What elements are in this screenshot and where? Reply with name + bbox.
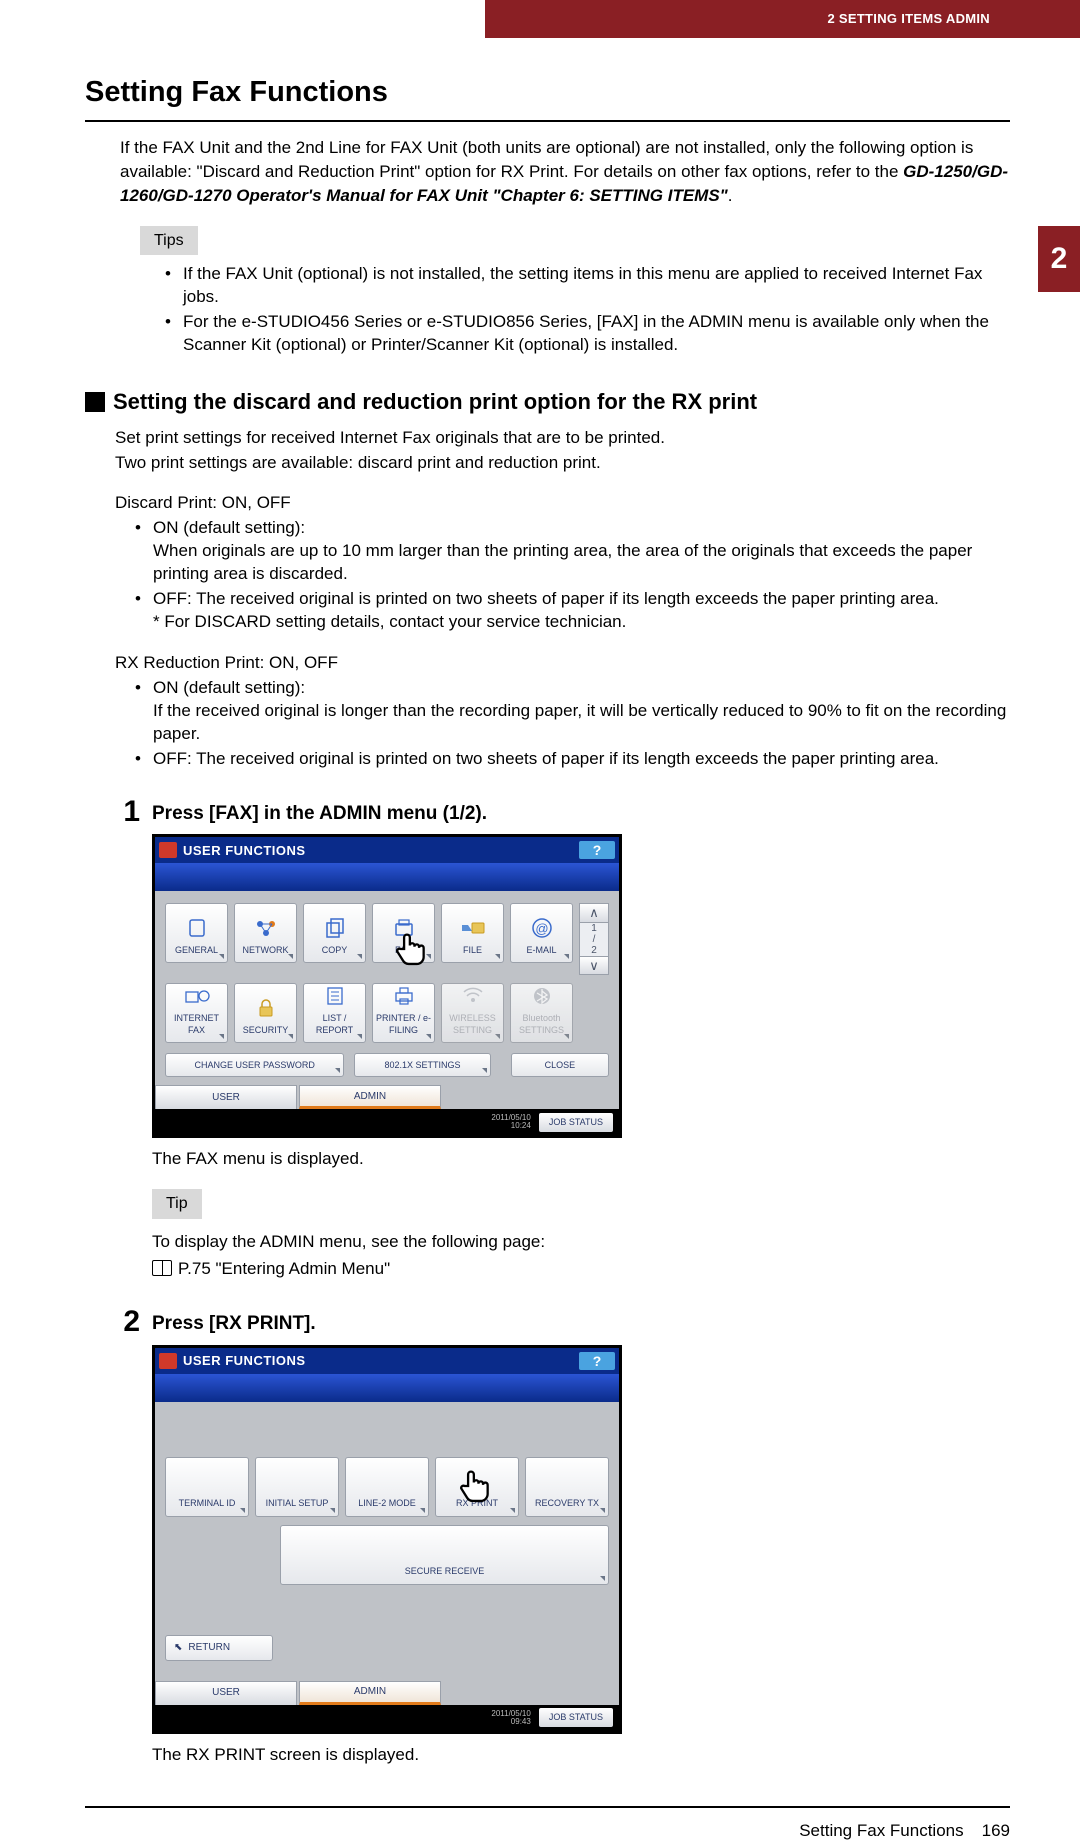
device-panel: USER FUNCTIONS ? TERMINAL ID INITIAL SET… bbox=[152, 1345, 622, 1734]
chapter-side-tab: 2 bbox=[1038, 226, 1080, 292]
tips-list: If the FAX Unit (optional) is not instal… bbox=[165, 263, 1010, 357]
divider bbox=[85, 120, 1010, 122]
device-panel: USER FUNCTIONS ? GENERAL NETWORK COPY FA… bbox=[152, 834, 622, 1138]
panel-title: USER FUNCTIONS bbox=[183, 842, 306, 860]
discard-opt: ON (default setting): When originals are… bbox=[135, 517, 1010, 586]
tip-label: Tip bbox=[152, 1189, 202, 1219]
tab-user[interactable]: USER bbox=[155, 1681, 297, 1705]
tile-list-report[interactable]: LIST / REPORT bbox=[303, 983, 366, 1043]
tab-admin[interactable]: ADMIN bbox=[299, 1681, 441, 1705]
tip-item: If the FAX Unit (optional) is not instal… bbox=[165, 263, 1010, 309]
tip-reference: P.75 "Entering Admin Menu" bbox=[178, 1259, 390, 1278]
tab-admin[interactable]: ADMIN bbox=[299, 1085, 441, 1109]
help-button[interactable]: ? bbox=[579, 1352, 615, 1370]
tile-security[interactable]: SECURITY bbox=[234, 983, 297, 1043]
discard-opt: OFF: The received original is printed on… bbox=[135, 588, 1010, 634]
tile-general[interactable]: GENERAL bbox=[165, 903, 228, 963]
tips-label: Tips bbox=[140, 226, 198, 256]
tile-copy[interactable]: COPY bbox=[303, 903, 366, 963]
job-status-button[interactable]: JOB STATUS bbox=[539, 1708, 613, 1726]
job-status-button[interactable]: JOB STATUS bbox=[539, 1113, 613, 1131]
svg-text:@: @ bbox=[535, 921, 548, 936]
tile-recovery-tx[interactable]: RECOVERY TX bbox=[525, 1457, 609, 1517]
header-bar: 2 SETTING ITEMS ADMIN bbox=[485, 0, 1080, 38]
discard-title: Discard Print: ON, OFF bbox=[115, 492, 1010, 515]
panel-title: USER FUNCTIONS bbox=[183, 1352, 306, 1370]
rx-opt: OFF: The received original is printed on… bbox=[135, 748, 1010, 771]
step-after-text: The RX PRINT screen is displayed. bbox=[152, 1744, 1010, 1767]
close-button[interactable]: CLOSE bbox=[511, 1053, 609, 1077]
tile-terminal-id[interactable]: TERMINAL ID bbox=[165, 1457, 249, 1517]
subsection-heading: Setting the discard and reduction print … bbox=[85, 387, 1010, 417]
page-footer: Setting Fax Functions 169 bbox=[0, 1820, 1080, 1843]
page-indicator: 1 / 2 bbox=[579, 923, 609, 956]
page-title: Setting Fax Functions bbox=[85, 73, 1010, 112]
intro-paragraph: If the FAX Unit and the 2nd Line for FAX… bbox=[120, 136, 1010, 207]
page-number: 169 bbox=[982, 1820, 1010, 1843]
step-title: Press [FAX] in the ADMIN menu (1/2). bbox=[152, 801, 1010, 827]
footer-divider bbox=[85, 1806, 1010, 1808]
tile-email[interactable]: @E-MAIL bbox=[510, 903, 573, 963]
tile-fax[interactable]: FAX bbox=[372, 903, 435, 963]
rx-opt: ON (default setting): If the received or… bbox=[135, 677, 1010, 746]
tab-user[interactable]: USER bbox=[155, 1085, 297, 1109]
tile-secure-receive[interactable]: SECURE RECEIVE bbox=[280, 1525, 609, 1585]
tile-wireless: WIRELESS SETTING bbox=[441, 983, 504, 1043]
tile-line2-mode[interactable]: LINE-2 MODE bbox=[345, 1457, 429, 1517]
tile-internet-fax[interactable]: INTERNET FAX bbox=[165, 983, 228, 1043]
section-body: Set print settings for received Internet… bbox=[115, 427, 1010, 771]
book-icon bbox=[152, 1260, 172, 1276]
step-after-text: The FAX menu is displayed. bbox=[152, 1148, 1010, 1171]
step-title: Press [RX PRINT]. bbox=[152, 1311, 1010, 1337]
tile-printer-efiling[interactable]: PRINTER / e-FILING bbox=[372, 983, 435, 1043]
scroll-down-button[interactable]: ∨ bbox=[579, 956, 609, 976]
tile-bluetooth: Bluetooth SETTINGS bbox=[510, 983, 573, 1043]
return-arrow-icon: ⬉ bbox=[174, 1641, 182, 1655]
scroll-up-button[interactable]: ∧ bbox=[579, 903, 609, 923]
tile-initial-setup[interactable]: INITIAL SETUP bbox=[255, 1457, 339, 1517]
tile-file[interactable]: FILE bbox=[441, 903, 504, 963]
tile-network[interactable]: NETWORK bbox=[234, 903, 297, 963]
rx-title: RX Reduction Print: ON, OFF bbox=[115, 652, 1010, 675]
tile-rx-print[interactable]: RX PRINT bbox=[435, 1457, 519, 1517]
tip-item: For the e-STUDIO456 Series or e-STUDIO85… bbox=[165, 311, 1010, 357]
footer-label: Setting Fax Functions bbox=[799, 1820, 963, 1843]
step-number: 2 bbox=[85, 1307, 152, 1767]
app-icon bbox=[159, 842, 177, 858]
app-icon bbox=[159, 1353, 177, 1369]
step-number: 1 bbox=[85, 797, 152, 1281]
square-bullet-icon bbox=[85, 392, 105, 412]
return-button[interactable]: ⬉RETURN bbox=[165, 1635, 273, 1661]
help-button[interactable]: ? bbox=[579, 841, 615, 859]
timestamp: 2011/05/10 09:43 bbox=[491, 1710, 530, 1726]
timestamp: 2011/05/10 10:24 bbox=[491, 1114, 530, 1130]
8021x-settings-button[interactable]: 802.1X SETTINGS bbox=[354, 1053, 490, 1077]
change-password-button[interactable]: CHANGE USER PASSWORD bbox=[165, 1053, 344, 1077]
tip-text: To display the ADMIN menu, see the follo… bbox=[152, 1231, 1010, 1254]
header-section: 2 SETTING ITEMS ADMIN bbox=[827, 10, 990, 28]
